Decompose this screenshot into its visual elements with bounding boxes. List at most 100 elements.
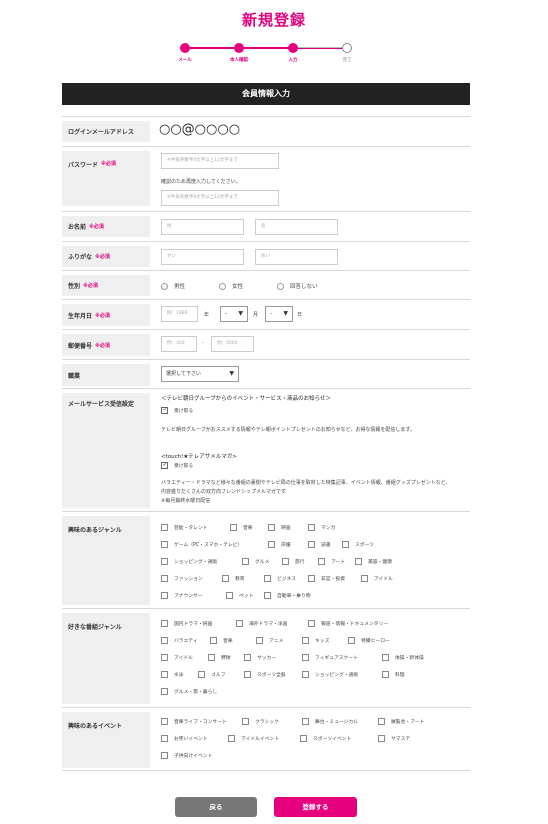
- page-title: 新規登録: [241, 11, 306, 29]
- program-checkbox[interactable]: サッカー: [244, 654, 276, 661]
- program-checkbox[interactable]: 水泳: [161, 671, 184, 678]
- program-checkbox[interactable]: バラエティ: [161, 637, 198, 644]
- mail-service-label: メールサービス受信設定: [62, 393, 150, 508]
- mail-group1-desc: テレビ朝日グループがおススメする情報やテレ朝ポイントプレゼントのお知らせなど、お…: [161, 427, 415, 433]
- event-checkbox[interactable]: サマステ: [378, 735, 410, 742]
- program-checkbox[interactable]: 報道・情報・ドキュメンタリー: [308, 620, 388, 627]
- program-checkbox[interactable]: キッズ: [302, 637, 329, 644]
- month-unit: 月: [253, 312, 259, 318]
- genre-checkbox[interactable]: 教育: [222, 575, 245, 582]
- mail-group2-checkbox[interactable]: 受け取る: [161, 461, 193, 469]
- genre-checkbox[interactable]: 声優: [268, 541, 291, 548]
- event-checkbox[interactable]: 舞台・ミュージカル: [302, 718, 358, 725]
- first-name-input[interactable]: 名: [255, 219, 338, 235]
- genre-checkbox[interactable]: 芸能・タレント: [161, 524, 208, 531]
- row-genres: 興味のあるジャンル 芸能・タレント 音楽 映画 マンガ ゲーム（PC・スマホ・テ…: [62, 511, 470, 608]
- step-label-complete: 完了: [342, 58, 352, 63]
- row-events: 興味のあるイベント 音楽ライブ・コンサート クラシック 舞台・ミュージカル 展覧…: [62, 707, 470, 771]
- program-checkbox[interactable]: ショッピング・通販: [302, 671, 358, 678]
- step-dot-verify: [234, 43, 244, 53]
- program-checkbox[interactable]: 料理: [382, 671, 405, 678]
- event-checkbox[interactable]: クラシック: [242, 718, 279, 725]
- genre-checkbox[interactable]: ショッピング・通販: [161, 558, 217, 565]
- step-label-verify: 本人確認: [230, 58, 248, 63]
- program-checkbox[interactable]: スポーツ全般: [244, 671, 286, 678]
- chevron-down-icon: ▼: [283, 310, 288, 317]
- postal-first-input[interactable]: 例：300: [161, 336, 197, 352]
- genre-checkbox[interactable]: マンガ: [308, 524, 335, 531]
- program-checkbox[interactable]: アニメ: [256, 637, 283, 644]
- section-header: 会員情報入力: [62, 83, 470, 105]
- row-birthday: 生年月日 ※必須 例：1980 年 – ▼ 月 – ▼ 日: [62, 299, 470, 329]
- step-label-input: 入力: [288, 58, 298, 63]
- mail-group1-checkbox[interactable]: 受け取る: [161, 406, 193, 414]
- day-unit: 日: [297, 312, 303, 318]
- name-label: お名前 ※必須: [62, 216, 150, 237]
- postal-label: 郵便番号 ※必須: [62, 334, 150, 356]
- last-name-input[interactable]: 姓: [161, 219, 244, 235]
- genre-checkbox[interactable]: スポーツ: [342, 541, 374, 548]
- back-button[interactable]: 戻る: [175, 797, 257, 817]
- genre-checkbox[interactable]: アイドル: [361, 575, 393, 582]
- event-checkbox[interactable]: お笑いイベント: [161, 735, 208, 742]
- genre-checkbox[interactable]: ペット: [226, 592, 253, 599]
- gender-none-radio[interactable]: 回答しない: [277, 282, 318, 290]
- chevron-down-icon: ▼: [238, 310, 243, 317]
- row-postal: 郵便番号 ※必須 例：300 - 例：0000: [62, 329, 470, 359]
- events-label: 興味のあるイベント: [62, 712, 150, 768]
- birth-day-select[interactable]: – ▼: [265, 306, 293, 322]
- row-job: 職業 選択して下さい ▼: [62, 359, 470, 388]
- password-input[interactable]: ※半角英数字8文字以上12文字まで: [161, 153, 279, 169]
- gender-male-radio[interactable]: 男性: [161, 282, 185, 290]
- genres-label: 興味のあるジャンル: [62, 516, 150, 605]
- program-checkbox[interactable]: 海外ドラマ・洋画: [236, 620, 287, 627]
- genre-checkbox[interactable]: アート: [318, 558, 345, 565]
- event-checkbox[interactable]: アイドルイベント: [228, 735, 279, 742]
- row-mail-service: メールサービス受信設定 ＜テレビ朝日グループからのイベント・サービス・商品のお知…: [62, 388, 470, 511]
- program-checkbox[interactable]: 野球: [208, 654, 231, 661]
- program-checkbox[interactable]: フィギュアスケート: [302, 654, 358, 661]
- event-checkbox[interactable]: 展覧会・アート: [378, 718, 424, 725]
- genre-checkbox[interactable]: 非営・投資: [308, 575, 345, 582]
- gender-female-radio[interactable]: 女性: [219, 282, 243, 290]
- program-checkbox[interactable]: 国内ドラマ・純画: [161, 620, 212, 627]
- genre-checkbox[interactable]: 旅行: [282, 558, 305, 565]
- job-select[interactable]: 選択して下さい ▼: [161, 366, 239, 382]
- step-dot-mail: [180, 43, 190, 53]
- genre-checkbox[interactable]: 映画: [268, 524, 291, 531]
- furigana-last-input[interactable]: せい: [161, 249, 244, 265]
- genre-checkbox[interactable]: ファッション: [161, 575, 203, 582]
- event-checkbox[interactable]: スポーツイベント: [300, 735, 351, 742]
- event-checkbox[interactable]: 子供向けイベント: [161, 752, 212, 759]
- birth-month-select[interactable]: – ▼: [220, 306, 248, 322]
- furigana-first-input[interactable]: めい: [255, 249, 338, 265]
- step-dot-complete: [342, 43, 352, 53]
- genre-checkbox[interactable]: 音楽: [230, 524, 253, 531]
- genre-checkbox[interactable]: 自動車・乗り物: [264, 592, 311, 599]
- genre-checkbox[interactable]: 美容・健康: [355, 558, 392, 565]
- login-email-label: ログインメールアドレス: [62, 121, 150, 142]
- postal-second-input[interactable]: 例：0000: [211, 336, 254, 352]
- password-confirm-note: 確認のため再度入力してください。: [161, 179, 241, 185]
- program-checkbox[interactable]: 体操・新体操: [382, 654, 424, 661]
- furigana-label: ふりがな ※必須: [62, 246, 150, 267]
- genre-checkbox[interactable]: アナウンサー: [161, 592, 203, 599]
- register-button[interactable]: 登録する: [274, 797, 357, 817]
- event-checkbox[interactable]: 音楽ライブ・コンサート: [161, 718, 227, 725]
- genre-checkbox[interactable]: 読書: [308, 541, 331, 548]
- program-checkbox[interactable]: ゴルフ: [198, 671, 225, 678]
- program-checkbox[interactable]: 特撮ヒーロー: [348, 637, 390, 644]
- birthday-label: 生年月日 ※必須: [62, 304, 150, 326]
- password-confirm-input[interactable]: ※半角英数字8文字以上12文字まで: [161, 190, 279, 206]
- genre-checkbox[interactable]: グルメ: [242, 558, 269, 565]
- row-programs: 好きな番組ジャンル 国内ドラマ・純画 海外ドラマ・洋画 報道・情報・ドキュメンタ…: [62, 608, 470, 707]
- postal-separator: -: [202, 340, 204, 346]
- program-checkbox[interactable]: アイドル: [161, 654, 193, 661]
- birth-year-input[interactable]: 例：1980: [161, 306, 198, 322]
- step-label-mail: メール: [178, 58, 192, 63]
- row-name: お名前 ※必須 姓 名: [62, 211, 470, 240]
- program-checkbox[interactable]: グルメ・旅・暮らし: [161, 688, 217, 695]
- program-checkbox[interactable]: 音楽: [210, 637, 233, 644]
- genre-checkbox[interactable]: ビジネス: [264, 575, 296, 582]
- genre-checkbox[interactable]: ゲーム（PC・スマホ・テレビ）: [161, 541, 242, 548]
